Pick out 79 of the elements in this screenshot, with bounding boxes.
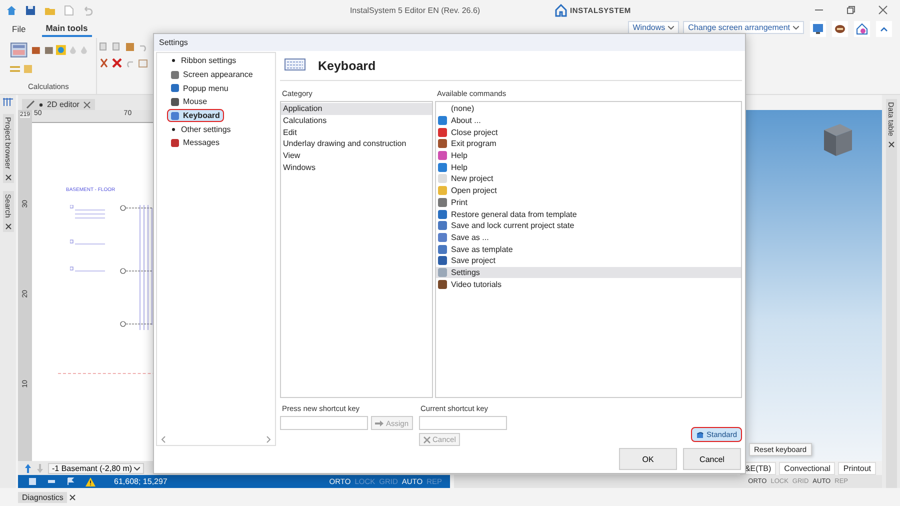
command-item[interactable]: Exit program <box>436 138 741 150</box>
category-item[interactable]: Application <box>281 103 432 115</box>
windows-dropdown[interactable]: Windows <box>628 21 680 34</box>
scroll-left-icon[interactable] <box>161 436 166 442</box>
command-item[interactable]: Save as ... <box>436 232 741 244</box>
calculator-icon[interactable] <box>10 42 28 58</box>
command-item[interactable]: About ... <box>436 114 741 126</box>
category-item[interactable]: Calculations <box>281 114 432 126</box>
pencil-icon <box>26 100 35 109</box>
page-icon[interactable] <box>28 477 37 486</box>
command-item[interactable]: Save and lock current project state <box>436 220 741 232</box>
category-item[interactable]: Edit <box>281 126 432 138</box>
editor-tab[interactable]: 2D editor <box>22 99 96 110</box>
panel-grid-icon[interactable] <box>3 98 13 106</box>
settings-nav-item[interactable]: Keyboard <box>167 108 224 122</box>
ok-button[interactable]: OK <box>619 448 677 470</box>
dialog-title: Settings <box>159 38 188 47</box>
command-item[interactable]: Print <box>436 196 741 208</box>
command-item[interactable]: Help <box>436 161 741 174</box>
caret-icon <box>793 26 799 30</box>
document-icon[interactable] <box>64 4 74 16</box>
close-icon[interactable] <box>69 494 76 500</box>
caret-icon <box>668 26 674 30</box>
section-heading: Keyboard <box>318 58 376 72</box>
shortcut-input-field[interactable] <box>280 416 368 430</box>
delete-icon[interactable] <box>112 58 122 68</box>
save-icon[interactable] <box>25 4 36 16</box>
modified-dot-icon <box>39 102 43 106</box>
scissors-icon[interactable] <box>99 58 109 68</box>
command-item[interactable]: Settings <box>436 266 741 278</box>
view-tab[interactable]: Convectional <box>779 462 836 474</box>
category-item[interactable]: Windows <box>281 161 432 174</box>
editor-tab-label: 2D editor <box>47 100 80 109</box>
command-item[interactable]: (none) <box>436 103 741 115</box>
category-item[interactable]: Underlay drawing and construction <box>281 138 432 150</box>
ribbon-tab[interactable]: Main tools <box>42 21 92 37</box>
caret-icon <box>134 466 140 470</box>
floor-dropdown[interactable]: -1 Basemant (-2,80 m) <box>48 462 144 474</box>
warning-icon[interactable] <box>85 476 96 486</box>
arrangement-dropdown[interactable]: Change screen arrangement <box>683 21 804 34</box>
diagnostics-tab[interactable]: Diagnostics <box>18 492 68 502</box>
logo-icon <box>555 4 567 16</box>
view-tab[interactable]: Printout <box>838 462 876 474</box>
settings-nav-item[interactable]: Mouse <box>167 95 212 109</box>
command-item[interactable]: Close project <box>436 126 741 138</box>
settings-nav-item[interactable]: Popup menu <box>167 81 232 96</box>
arrow-right-icon <box>375 420 384 426</box>
app-icon[interactable] <box>6 4 17 16</box>
command-item[interactable]: New project <box>436 173 741 185</box>
cancel-button[interactable]: Cancel <box>683 448 741 470</box>
close-icon[interactable] <box>83 100 92 108</box>
close-icon[interactable] <box>4 222 12 230</box>
minus-icon[interactable] <box>47 477 56 486</box>
flag-icon[interactable] <box>66 477 75 486</box>
command-item[interactable]: Save project <box>436 254 741 267</box>
command-item[interactable]: Save as template <box>436 243 741 255</box>
current-shortcut-field[interactable] <box>418 416 507 430</box>
settings-nav-item[interactable]: Other settings <box>167 122 235 136</box>
close-icon[interactable] <box>4 174 12 182</box>
close-icon[interactable] <box>878 5 888 15</box>
settings-nav-item[interactable]: Messages <box>167 136 224 150</box>
monitor-icon[interactable] <box>810 21 826 37</box>
settings-nav-item[interactable]: Screen appearance <box>167 68 257 82</box>
category-item[interactable]: View <box>281 150 432 162</box>
scroll-right-icon[interactable] <box>266 436 271 442</box>
window-title: InstalSystem 5 Editor EN (Rev. 26.6) <box>348 6 482 14</box>
settings-nav-item[interactable]: Ribbon settings <box>167 54 240 68</box>
lines-icon[interactable] <box>10 65 20 73</box>
command-item[interactable]: Open project <box>436 184 741 196</box>
restore-icon[interactable] <box>846 5 856 15</box>
ribbon-tab[interactable]: File <box>8 22 30 36</box>
arrow-up-icon[interactable] <box>24 462 32 474</box>
command-item[interactable]: Help <box>436 150 741 162</box>
close-icon[interactable] <box>888 141 894 148</box>
command-item[interactable]: Restore general data from template <box>436 208 741 220</box>
collapse-icon[interactable] <box>876 21 892 37</box>
cross-icon <box>422 436 431 444</box>
command-item[interactable]: Video tutorials <box>436 278 741 290</box>
coordinates: 61,608; 15,297 <box>114 477 168 486</box>
